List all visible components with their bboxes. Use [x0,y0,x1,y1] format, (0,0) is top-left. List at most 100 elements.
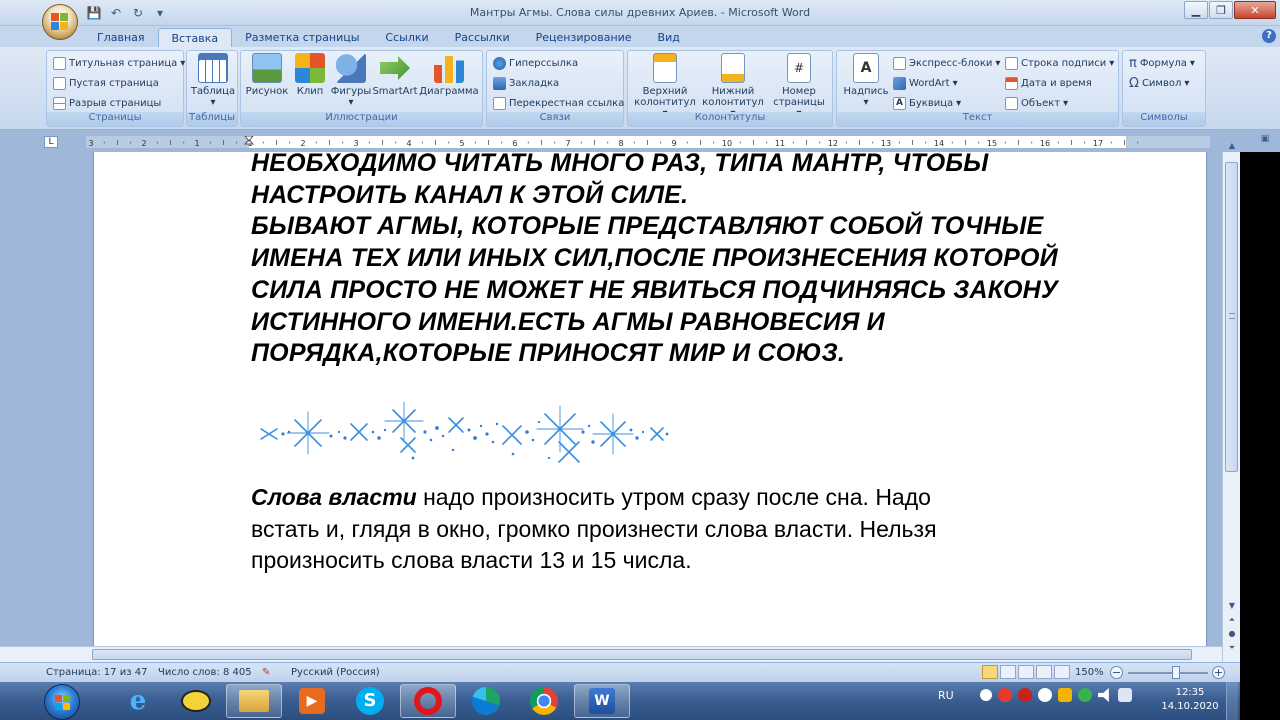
object-button[interactable]: Объект ▾ [1005,94,1068,112]
horizontal-ruler[interactable]: 3211234567891011121314151617 [85,135,1210,149]
web-layout-view-icon[interactable] [1018,665,1034,679]
language-indicator[interactable]: Русский (Россия) [291,667,380,678]
ribbon: Титульная страница ▾ Пустая страница Разр… [0,47,1280,130]
scroll-down-icon[interactable]: ▼ [1226,600,1238,612]
ruler-number: 4 [406,139,411,148]
tray-warning-icon[interactable] [1057,688,1072,702]
tab-insert[interactable]: Вставка [157,28,233,47]
file-explorer-icon[interactable] [226,684,282,718]
text-box-button[interactable]: A Надпись ▾ [841,53,891,108]
start-button[interactable] [44,684,80,720]
next-page-icon[interactable]: ⏷ [1226,642,1238,654]
window-controls: ▁ ❐ ✕ [1184,1,1276,19]
equation-button[interactable]: π Формула ▾ [1129,54,1195,72]
symbol-button[interactable]: Ω Символ ▾ [1129,74,1189,92]
text-line: НЕОБХОДИМО ЧИТАТЬ МНОГО РАЗ, ТИПА МАНТР,… [251,152,989,177]
word-icon[interactable]: W [574,684,630,718]
tab-references[interactable]: Ссылки [372,28,441,47]
cover-page-icon [53,56,66,70]
signature-line-button[interactable]: Строка подписи ▾ [1005,54,1114,72]
batman-app-icon[interactable] [168,684,224,718]
proofing-icon[interactable]: ✎ [262,667,270,678]
header-button[interactable]: Верхний колонтитул▾ [632,53,698,119]
help-icon[interactable]: ? [1262,29,1276,43]
clip-art-button[interactable]: Клип [293,53,327,97]
draft-view-icon[interactable] [1054,665,1070,679]
close-button[interactable]: ✕ [1234,1,1276,19]
page-number-button[interactable]: # Номер страницы▾ [768,53,830,119]
cross-reference-button[interactable]: Перекрестная ссылка [493,94,624,112]
ruler-number: 6 [512,139,517,148]
shapes-button[interactable]: Фигуры ▾ [329,53,373,108]
wordart-button[interactable]: WordArt ▾ [893,74,958,92]
ruler-number: 2 [300,139,305,148]
ruler-number: 1 [194,139,199,148]
tab-home[interactable]: Главная [84,28,158,47]
minimize-button[interactable]: ▁ [1184,1,1208,19]
ruler-number: 13 [881,139,891,148]
browse-object-icon[interactable]: ● [1226,628,1238,640]
chart-button[interactable]: Диаграмма [419,53,479,97]
document-page[interactable]: НЕОБХОДИМО ЧИТАТЬ МНОГО РАЗ, ТИПА МАНТР,… [93,152,1207,646]
media-player-icon[interactable]: ▶ [284,684,340,718]
date-time-button[interactable]: Дата и время [1005,74,1092,92]
page-number-icon: # [787,53,811,83]
page-break-icon [53,96,66,110]
zoom-in-icon[interactable]: + [1212,666,1225,679]
caps-paragraph: НЕОБХОДИМО ЧИТАТЬ МНОГО РАЗ, ТИПА МАНТР,… [251,152,1151,370]
zoom-slider-knob[interactable] [1172,666,1180,679]
quick-parts-button[interactable]: Экспресс-блоки ▾ [893,54,1000,72]
volume-icon[interactable] [1097,688,1109,702]
view-ruler-icon[interactable]: ▣ [1258,134,1272,148]
ruler-area: L 3211234567891011121314151617 ▣ [0,130,1280,152]
tab-selector[interactable]: L [44,136,58,148]
vertical-scroll-thumb[interactable] [1225,162,1238,472]
vertical-scrollbar[interactable]: ▲ ▼ ⏶ ● ⏷ [1222,141,1240,662]
footer-button[interactable]: Нижний колонтитул▾ [700,53,766,119]
tray-app-icon[interactable] [979,689,992,701]
full-screen-reading-view-icon[interactable] [1000,665,1016,679]
scroll-up-icon[interactable]: ▲ [1226,140,1238,152]
opera-icon[interactable] [400,684,456,718]
tab-view[interactable]: Вид [645,28,693,47]
word-count[interactable]: Число слов: 8 405 [158,667,252,678]
table-button[interactable]: Таблица ▾ [191,53,235,108]
network-icon[interactable] [1117,688,1132,702]
office-button[interactable] [42,4,78,40]
tab-mailings[interactable]: Рассылки [442,28,523,47]
blank-page-button[interactable]: Пустая страница [53,74,159,92]
tray-settings-icon[interactable] [1037,688,1052,702]
outline-view-icon[interactable] [1036,665,1052,679]
tray-check-icon[interactable] [1077,688,1092,702]
maximize-button[interactable]: ❐ [1209,1,1233,19]
page-counter[interactable]: Страница: 17 из 47 [46,667,147,678]
picture-button[interactable]: Рисунок [245,53,289,97]
zoom-slider[interactable] [1128,672,1208,674]
hyperlink-button[interactable]: Гиперссылка [493,54,578,72]
bookmark-button[interactable]: Закладка [493,74,559,92]
tray-opera-icon[interactable] [1017,688,1032,702]
skype-icon[interactable]: S [342,684,398,718]
zoom-out-icon[interactable]: − [1110,666,1123,679]
edge-icon[interactable] [458,684,514,718]
cross-reference-icon [493,96,506,110]
cover-page-button[interactable]: Титульная страница ▾ [53,54,185,72]
zoom-level[interactable]: 150% [1075,667,1104,678]
show-desktop-button[interactable] [1226,682,1238,720]
smartart-button[interactable]: SmartArt [372,53,418,97]
quick-parts-icon [893,56,906,70]
previous-page-icon[interactable]: ⏶ [1226,614,1238,626]
tray-record-icon[interactable] [997,688,1012,702]
chrome-icon[interactable] [516,684,572,718]
tab-review[interactable]: Рецензирование [523,28,645,47]
horizontal-scrollbar[interactable] [0,646,1222,662]
clock[interactable]: 12:35 14.10.2020 [1160,686,1220,714]
text-line: произносить слова власти 13 и 15 числа. [251,547,692,573]
horizontal-scroll-thumb[interactable] [92,649,1192,660]
drop-cap-button[interactable]: A Буквица ▾ [893,94,961,112]
page-break-button[interactable]: Разрыв страницы [53,94,161,112]
tab-page-layout[interactable]: Разметка страницы [232,28,372,47]
keyboard-language[interactable]: RU [938,689,954,702]
print-layout-view-icon[interactable] [982,665,998,679]
internet-explorer-icon[interactable]: e [110,684,166,718]
